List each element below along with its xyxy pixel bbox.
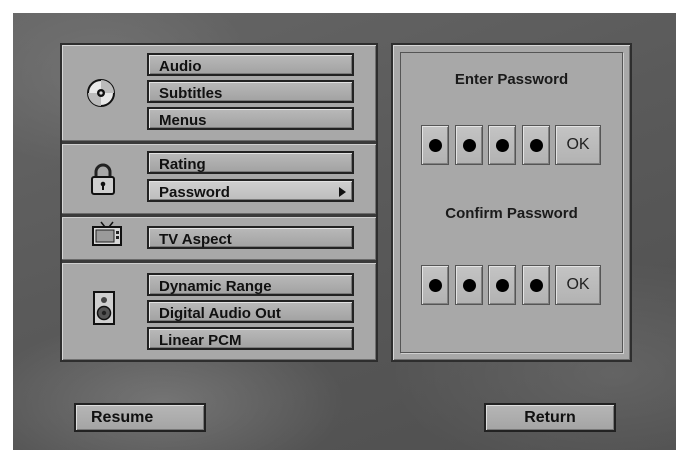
password-dot — [530, 139, 543, 152]
tv-icon — [92, 221, 122, 252]
menu-item-rating[interactable]: Rating — [147, 151, 354, 174]
disc-icon — [86, 78, 116, 113]
menu-item-audio[interactable]: Audio — [147, 53, 354, 76]
enter-ok-button[interactable]: OK — [555, 125, 601, 165]
password-inner-frame — [400, 52, 623, 353]
resume-button[interactable]: Resume — [74, 403, 206, 432]
password-digit[interactable] — [455, 125, 483, 165]
confirm-ok-button[interactable]: OK — [555, 265, 601, 305]
password-panel: Enter Password OK Confirm Password OK — [391, 43, 632, 362]
confirm-digit[interactable] — [421, 265, 449, 305]
password-digit[interactable] — [421, 125, 449, 165]
menu-item-dynamic-range[interactable]: Dynamic Range — [147, 273, 354, 296]
password-dot — [496, 139, 509, 152]
password-digit[interactable] — [522, 125, 550, 165]
password-dot — [429, 139, 442, 152]
confirm-digit[interactable] — [455, 265, 483, 305]
password-dot — [463, 279, 476, 292]
speaker-icon — [93, 291, 115, 330]
dvd-setup-screen: Audio Subtitles Menus Rating Password TV… — [13, 13, 676, 450]
return-button[interactable]: Return — [484, 403, 616, 432]
menu-item-subtitles[interactable]: Subtitles — [147, 80, 354, 103]
password-dot — [496, 279, 509, 292]
menu-item-linear-pcm[interactable]: Linear PCM — [147, 327, 354, 350]
settings-menu-panel: Audio Subtitles Menus Rating Password TV… — [60, 43, 378, 362]
lock-icon — [90, 163, 116, 200]
menu-divider — [62, 213, 376, 218]
password-dot — [429, 279, 442, 292]
menu-divider — [62, 259, 376, 264]
menu-item-password[interactable]: Password — [147, 179, 354, 202]
enter-password-field[interactable]: OK — [421, 125, 611, 165]
menu-item-digital-audio-out[interactable]: Digital Audio Out — [147, 300, 354, 323]
submenu-arrow-icon — [339, 187, 346, 197]
confirm-digit[interactable] — [488, 265, 516, 305]
menu-item-tv-aspect[interactable]: TV Aspect — [147, 226, 354, 249]
enter-password-title: Enter Password — [454, 71, 569, 88]
password-digit[interactable] — [488, 125, 516, 165]
confirm-password-field[interactable]: OK — [421, 265, 611, 305]
menu-item-menus[interactable]: Menus — [147, 107, 354, 130]
confirm-password-title: Confirm Password — [445, 205, 578, 222]
password-dot — [463, 139, 476, 152]
password-dot — [530, 279, 543, 292]
menu-divider — [62, 140, 376, 145]
menu-item-password-label: Password — [159, 184, 230, 201]
confirm-digit[interactable] — [522, 265, 550, 305]
